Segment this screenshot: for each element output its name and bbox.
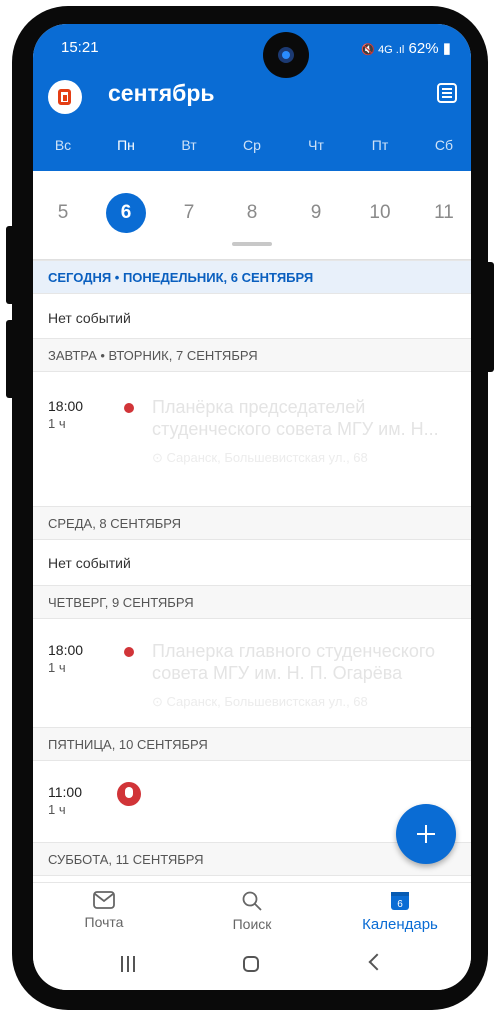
day-header-today: СЕГОДНЯ • ПОНЕДЕЛЬНИК, 6 СЕНТЯБРЯ bbox=[33, 260, 471, 294]
mail-icon bbox=[93, 891, 115, 909]
drag-handle[interactable] bbox=[232, 242, 272, 246]
event-duration: 1 ч bbox=[48, 416, 66, 431]
search-icon bbox=[242, 891, 262, 911]
weekday-label: Ср bbox=[243, 137, 261, 153]
battery-icon: ▮ bbox=[442, 40, 451, 57]
phone-volume-button bbox=[6, 320, 16, 398]
event-title: Планерка главного студенческого совета М… bbox=[152, 641, 436, 683]
phone-power-button bbox=[484, 262, 494, 372]
event-color-dot bbox=[124, 647, 134, 657]
location-pin-icon: ⊙ bbox=[152, 694, 167, 709]
event-time: 18:00 bbox=[48, 642, 84, 658]
weekday-label: Вс bbox=[54, 137, 72, 153]
event-location-text: Саранск, Большевистская ул., 68 bbox=[166, 450, 368, 465]
date-cell-selected[interactable]: 6 bbox=[106, 193, 146, 233]
home-icon[interactable] bbox=[243, 956, 259, 972]
status-right: 🔇 4G .ıl 62% ▮ bbox=[361, 39, 451, 57]
event-item[interactable]: 18:00 1 ч Планерка главного студенческог… bbox=[33, 641, 471, 734]
agenda-list[interactable]: СЕГОДНЯ • ПОНЕДЕЛЬНИК, 6 СЕНТЯБРЯ Нет со… bbox=[33, 260, 471, 882]
month-title[interactable]: сентябрь bbox=[108, 80, 215, 107]
day-header: ЗАВТРА • ВТОРНИК, 7 СЕНТЯБРЯ bbox=[33, 338, 471, 372]
tab-calendar[interactable]: 6 Календарь bbox=[345, 891, 455, 933]
tab-label: Календарь bbox=[362, 916, 438, 933]
event-location: ⊙ Саранск, Большевистская ул., 68 bbox=[152, 694, 368, 710]
day-header: СРЕДА, 8 СЕНТЯБРЯ bbox=[33, 506, 471, 540]
phone-screen: 15:21 🔇 4G .ıl 62% ▮ сентябрь Вс Пн Вт С… bbox=[33, 24, 471, 990]
tab-mail[interactable]: Почта bbox=[49, 891, 159, 930]
signal-icons: 🔇 4G .ıl bbox=[361, 44, 405, 56]
office-logo-icon[interactable] bbox=[48, 80, 82, 114]
system-nav-bar bbox=[33, 946, 471, 990]
calendar-icon: 6 bbox=[391, 892, 409, 910]
back-icon[interactable] bbox=[368, 953, 386, 971]
date-cell[interactable]: 7 bbox=[169, 193, 209, 233]
weekday-label: Чт bbox=[308, 137, 324, 153]
tab-search[interactable]: Поиск bbox=[197, 891, 307, 932]
event-color-dot bbox=[124, 403, 134, 413]
event-time: 11:00 bbox=[48, 784, 82, 800]
battery-percent: 62% bbox=[408, 40, 439, 57]
event-duration: 1 ч bbox=[48, 802, 66, 817]
bottom-tab-bar: Почта Поиск 6 Календарь bbox=[33, 882, 471, 947]
phone-volume-button bbox=[6, 226, 16, 304]
date-cell[interactable]: 10 bbox=[360, 193, 400, 233]
location-pin-icon: ⊙ bbox=[152, 450, 167, 465]
day-header: ЧЕТВЕРГ, 9 СЕНТЯБРЯ bbox=[33, 585, 471, 619]
event-duration: 1 ч bbox=[48, 660, 66, 675]
title-bar: сентябрь bbox=[48, 76, 457, 116]
weekday-label: Сб bbox=[434, 137, 454, 153]
calendar-badge: 6 bbox=[397, 899, 403, 910]
event-time: 18:00 bbox=[48, 398, 84, 414]
week-strip: 5 6 7 8 9 10 11 bbox=[33, 171, 471, 260]
status-time: 15:21 bbox=[61, 39, 99, 56]
status-bar: 15:21 🔇 4G .ıl 62% ▮ bbox=[61, 39, 451, 59]
event-title: Планёрка председателей студенческого сов… bbox=[152, 397, 439, 439]
tab-label: Почта bbox=[84, 914, 124, 930]
weekday-label: Пн bbox=[117, 137, 135, 153]
event-location: ⊙ Саранск, Большевистская ул., 68 bbox=[152, 450, 368, 466]
new-event-button[interactable] bbox=[396, 804, 456, 864]
calendar-header: 15:21 🔇 4G .ıl 62% ▮ сентябрь Вс Пн Вт С… bbox=[33, 24, 471, 171]
date-cell[interactable]: 9 bbox=[296, 193, 336, 233]
date-cell[interactable]: 8 bbox=[232, 193, 272, 233]
no-events-text: Нет событий bbox=[48, 555, 131, 571]
day-header: ПЯТНИЦА, 10 СЕНТЯБРЯ bbox=[33, 727, 471, 761]
event-item[interactable]: 18:00 1 ч Планёрка председателей студенч… bbox=[33, 397, 471, 490]
agenda-view-icon[interactable] bbox=[437, 83, 457, 103]
tab-label: Поиск bbox=[232, 916, 272, 932]
date-cell[interactable]: 5 bbox=[43, 193, 83, 233]
front-camera bbox=[263, 32, 309, 78]
weekday-row: Вс Пн Вт Ср Чт Пт Сб bbox=[33, 137, 471, 157]
weekday-label: Вт bbox=[181, 137, 197, 153]
weekday-label: Пт bbox=[371, 137, 389, 153]
date-cell[interactable]: 11 bbox=[424, 193, 464, 233]
location-pin-icon bbox=[117, 782, 141, 806]
recents-icon[interactable] bbox=[121, 956, 137, 972]
event-location-text: Саранск, Большевистская ул., 68 bbox=[166, 694, 368, 709]
phone-mockup: 15:21 🔇 4G .ıl 62% ▮ сентябрь Вс Пн Вт С… bbox=[0, 0, 500, 1016]
no-events-text: Нет событий bbox=[48, 310, 131, 326]
